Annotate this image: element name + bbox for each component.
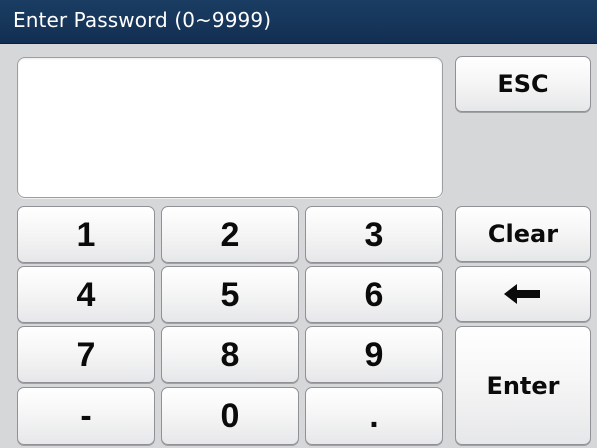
- password-keypad-dialog: Enter Password (0~9999) ESC Clear Enter …: [0, 0, 597, 448]
- key-minus-label: -: [80, 397, 92, 435]
- key-minus[interactable]: -: [17, 387, 155, 445]
- key-7-label: 7: [76, 335, 96, 374]
- key-9-label: 9: [364, 335, 384, 374]
- key-3-label: 3: [364, 215, 384, 254]
- key-dot-label: .: [369, 397, 379, 435]
- key-1-label: 1: [76, 215, 96, 254]
- enter-button-label: Enter: [486, 371, 560, 400]
- key-0[interactable]: 0: [161, 387, 299, 445]
- key-0-label: 0: [220, 397, 240, 435]
- key-4[interactable]: 4: [17, 266, 155, 323]
- left-arrow-icon: [504, 284, 540, 304]
- key-4-label: 4: [76, 275, 96, 314]
- key-6-label: 6: [364, 275, 384, 314]
- esc-button-label: ESC: [497, 70, 549, 98]
- dialog-title: Enter Password (0~9999): [13, 8, 272, 32]
- password-display[interactable]: [17, 57, 443, 198]
- key-5[interactable]: 5: [161, 266, 299, 323]
- key-5-label: 5: [220, 275, 240, 314]
- key-8[interactable]: 8: [161, 326, 299, 383]
- key-3[interactable]: 3: [305, 206, 443, 263]
- key-dot[interactable]: .: [305, 387, 443, 445]
- enter-button[interactable]: Enter: [455, 326, 591, 445]
- backspace-button[interactable]: [455, 266, 591, 322]
- key-7[interactable]: 7: [17, 326, 155, 383]
- clear-button[interactable]: Clear: [455, 206, 591, 262]
- key-2[interactable]: 2: [161, 206, 299, 263]
- key-1[interactable]: 1: [17, 206, 155, 263]
- key-9[interactable]: 9: [305, 326, 443, 383]
- key-6[interactable]: 6: [305, 266, 443, 323]
- esc-button[interactable]: ESC: [455, 56, 591, 112]
- clear-button-label: Clear: [487, 220, 559, 248]
- key-2-label: 2: [220, 215, 240, 254]
- key-8-label: 8: [220, 335, 240, 374]
- title-bar: Enter Password (0~9999): [0, 0, 597, 44]
